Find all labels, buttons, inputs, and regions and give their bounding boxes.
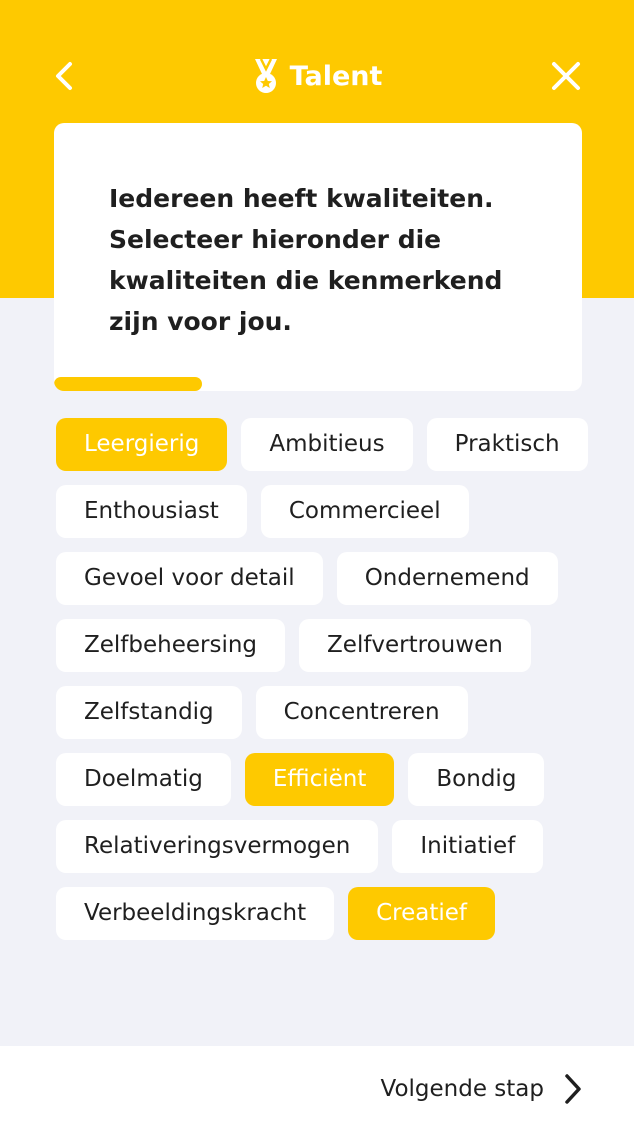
progress-bar [54,377,582,391]
quality-tag-list: Leergierig Ambitieus Praktisch Enthousiast C… [56,418,616,940]
intro-text: Iedereen heeft kwaliteiten. Selecteer hi… [109,178,549,342]
quality-tag[interactable]: Zelfstandig [56,686,242,739]
quality-tag[interactable]: Concentreren [255,686,468,739]
quality-tag[interactable]: Enthousiast [56,485,247,538]
intro-line: Selecteer hieronder die [109,225,442,254]
quality-tag[interactable]: Ambitieus [241,418,413,471]
quality-tag[interactable]: Initiatief [392,820,544,873]
quality-tag[interactable]: Bondig [408,753,545,806]
medal-icon [254,58,277,93]
title-text: Talent [289,60,383,92]
intro-line: Iedereen heeft kwaliteiten. [109,184,494,213]
intro-line: kwaliteiten die kenmerkend [109,266,503,295]
intro-line: zijn voor jou. [109,307,292,336]
quality-tag[interactable]: Praktisch [426,418,588,471]
footer: Volgende stap [0,1046,634,1127]
quality-tag[interactable]: Efficiënt [244,753,395,806]
next-step-label: Volgende stap [380,1076,545,1102]
chevron-right-icon [565,1074,581,1104]
close-icon [552,62,580,90]
next-step-button[interactable]: Volgende stap [381,1072,585,1106]
top-bar: Talent [0,44,634,108]
close-button[interactable] [546,56,586,96]
quality-tag[interactable]: Doelmatig [56,753,231,806]
quality-tag[interactable]: Zelfbeheersing [56,619,286,672]
progress-fill [54,377,202,391]
quality-tag[interactable]: Commercieel [260,485,469,538]
quality-tag[interactable]: Ondernemend [336,552,558,605]
intro-card: Iedereen heeft kwaliteiten. Selecteer hi… [54,123,582,391]
quality-tag[interactable]: Verbeeldingskracht [56,887,335,940]
quality-tag[interactable]: Relativeringsvermogen [56,820,379,873]
quality-tag[interactable]: Creatief [348,887,496,940]
page-title: Talent [0,58,634,94]
quality-tag[interactable]: Leergierig [56,418,228,471]
quality-tag[interactable]: Gevoel voor detail [56,552,323,605]
quality-tag[interactable]: Zelfvertrouwen [299,619,531,672]
